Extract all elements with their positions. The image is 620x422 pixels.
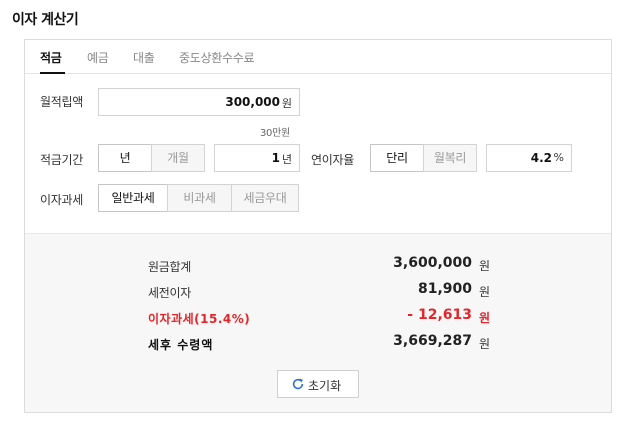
rate-label: 연이자율 — [311, 153, 354, 167]
period-unit-month[interactable]: 개월 — [151, 144, 205, 172]
tax-preferential[interactable]: 세금우대 — [231, 184, 299, 212]
interest-tax-value: - 12,613 — [407, 307, 472, 323]
tax-general[interactable]: 일반과세 — [98, 184, 168, 212]
monthly-deposit-unit: 원 — [281, 97, 292, 110]
active-tab-indicator — [40, 72, 65, 74]
monthly-deposit-hint: 30만원 — [260, 128, 290, 139]
result-section: 원금합계 3,600,000 원 세전이자 81,900 원 이자과세(15.4… — [25, 233, 611, 412]
pretax-interest-label: 세전이자 — [148, 286, 191, 300]
rate-type-simple[interactable]: 단리 — [370, 144, 424, 172]
after-tax-label: 세후 수령액 — [148, 338, 214, 352]
interest-tax-unit: 원 — [479, 311, 491, 325]
monthly-deposit-label: 월적립액 — [40, 95, 83, 109]
period-label: 적금기간 — [40, 153, 83, 167]
reset-button-label: 초기화 — [308, 379, 342, 393]
principal-label: 원금합계 — [148, 260, 191, 274]
after-tax-unit: 원 — [479, 337, 491, 351]
rate-unit: % — [553, 151, 564, 164]
after-tax-value: 3,669,287 — [393, 333, 472, 349]
pretax-interest-unit: 원 — [479, 285, 491, 299]
tab-savings[interactable]: 적금 — [40, 49, 62, 66]
tax-label: 이자과세 — [40, 193, 83, 207]
period-unit-year[interactable]: 년 — [98, 144, 152, 172]
monthly-deposit-value: 300,000 — [225, 95, 280, 109]
reset-button[interactable]: 초기화 — [277, 370, 359, 398]
principal-value: 3,600,000 — [393, 255, 472, 271]
monthly-deposit-input[interactable]: 300,000 원 — [98, 88, 300, 116]
calculator-panel: 적금 예금 대출 중도상환수수료 월적립액 300,000 원 30만원 적금기… — [24, 39, 612, 413]
tab-bar: 적금 예금 대출 중도상환수수료 — [25, 40, 611, 74]
period-value: 1 — [271, 151, 280, 165]
rate-input[interactable]: 4.2 % — [486, 144, 572, 172]
tab-deposit[interactable]: 예금 — [87, 49, 109, 66]
interest-tax-label: 이자과세(15.4%) — [148, 312, 251, 326]
rate-value: 4.2 — [530, 151, 552, 165]
principal-unit: 원 — [479, 259, 491, 273]
rate-type-monthly-compound[interactable]: 월복리 — [423, 144, 477, 172]
tab-prepayment-fee[interactable]: 중도상환수수료 — [179, 49, 254, 66]
tax-exempt[interactable]: 비과세 — [167, 184, 232, 212]
period-unit: 년 — [281, 153, 292, 166]
period-input[interactable]: 1 년 — [214, 144, 300, 172]
pretax-interest-value: 81,900 — [417, 281, 472, 297]
tab-loan[interactable]: 대출 — [133, 49, 155, 66]
refresh-icon — [292, 378, 304, 390]
page-title: 이자 계산기 — [12, 12, 79, 28]
